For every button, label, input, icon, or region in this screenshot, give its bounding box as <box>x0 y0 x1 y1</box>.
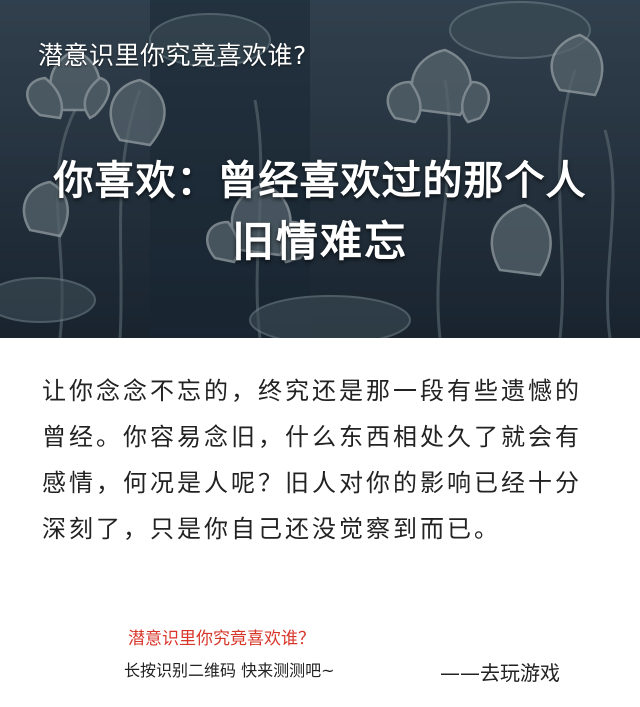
footer-question: 潜意识里你究竟喜欢谁？ <box>128 629 315 649</box>
result-subhead: 旧情难忘 <box>231 217 408 266</box>
hero-kicker: 潜意识里你究竟喜欢谁? <box>38 41 307 70</box>
result-headline: 你喜欢：曾经喜欢过的那个人 <box>53 158 587 204</box>
hero-banner: 潜意识里你究竟喜欢谁? 你喜欢：曾经喜欢过的那个人 旧情难忘 <box>0 0 640 338</box>
result-description: 让你念念不忘的，终究还是那一段有些遗憾的曾经。你容易念旧，什么东西相处久了就会有… <box>42 377 582 543</box>
footer-signature: ——去玩游戏 <box>440 661 560 685</box>
qr-code-cta: 长按识别二维码 快来测测吧~ <box>124 661 335 680</box>
